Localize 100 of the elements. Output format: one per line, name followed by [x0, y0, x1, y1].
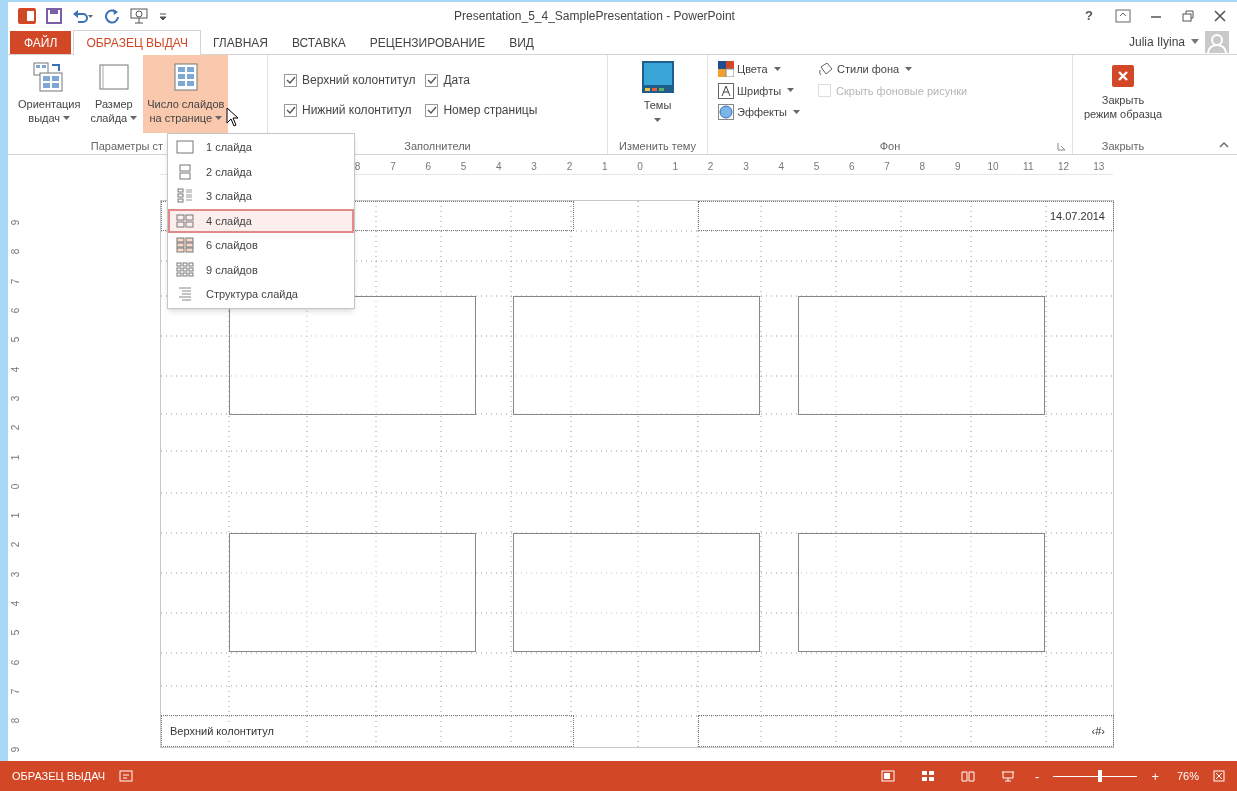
- ruler-number: 7: [9, 688, 23, 695]
- ruler-number: 7: [884, 160, 890, 174]
- normal-view-icon[interactable]: [881, 770, 896, 782]
- dropdown-button[interactable]: Цвета: [718, 61, 800, 78]
- ruler-number: 13: [1093, 160, 1105, 174]
- notes-icon[interactable]: [119, 770, 134, 782]
- slide-sorter-icon[interactable]: [921, 770, 936, 782]
- ribbon-button[interactable]: Число слайдов на странице: [143, 55, 229, 133]
- zoom-slider[interactable]: [1053, 770, 1138, 782]
- caret-icon: [787, 88, 795, 94]
- close-icon[interactable]: [1213, 9, 1227, 23]
- date-placeholder[interactable]: 14.07.2014: [698, 201, 1114, 231]
- menu-item[interactable]: 9 слайдов: [168, 257, 354, 282]
- ribbon-tab[interactable]: ВСТАВКА: [280, 31, 358, 54]
- menu-item[interactable]: Структура слайда: [168, 282, 354, 307]
- ribbon-tab[interactable]: ГЛАВНАЯ: [200, 31, 280, 54]
- ruler-number: 0: [9, 483, 23, 490]
- ruler-number: 7: [9, 278, 23, 284]
- ruler-number: 0: [637, 160, 643, 174]
- caret-icon: [793, 109, 800, 115]
- menu-item[interactable]: 1 слайда: [168, 135, 354, 160]
- two-slides-icon: [176, 163, 194, 180]
- window-title: Presentation_5_4_SamplePresentation - PowerPoint: [453, 8, 736, 25]
- effects-circle-icon: [718, 104, 734, 121]
- ruler-number: 1: [9, 512, 23, 519]
- ruler-number: 2: [707, 160, 714, 174]
- ruler-number: 8: [9, 717, 23, 724]
- dropdown-button[interactable]: Стили фона: [818, 61, 968, 78]
- menu-item[interactable]: 3 слайда: [168, 184, 354, 209]
- zoom-in-button[interactable]: +: [1151, 769, 1159, 783]
- ruler-number: 5: [460, 160, 467, 174]
- themes-button[interactable]: Темы: [641, 59, 674, 123]
- app-logo-icon: [18, 8, 36, 24]
- ruler-number: 6: [425, 160, 431, 174]
- group-label: Параметры ст: [90, 139, 163, 154]
- dropdown-button[interactable]: Эффекты: [718, 104, 800, 121]
- ribbon-tab[interactable]: ОБРАЗЕЦ ВЫДАЧ: [73, 30, 201, 55]
- menu-item[interactable]: 6 слайдов: [168, 233, 354, 258]
- page-number-placeholder[interactable]: ‹#›: [698, 715, 1114, 747]
- font-letter-icon: [718, 82, 734, 99]
- collapse-ribbon-icon[interactable]: [1219, 141, 1229, 148]
- repeat-icon[interactable]: [104, 8, 120, 24]
- user-name[interactable]: Julia Ilyina: [1128, 33, 1185, 51]
- restore-icon[interactable]: [1181, 9, 1195, 23]
- ribbon-button[interactable]: Ориентация выдач: [14, 55, 85, 133]
- undo-icon[interactable]: [72, 8, 94, 24]
- checkbox[interactable]: Номер страницы: [425, 101, 538, 119]
- fit-to-window-icon[interactable]: [1213, 770, 1225, 782]
- ruler-number: 1: [601, 160, 608, 174]
- reading-view-icon[interactable]: [961, 770, 976, 782]
- save-icon[interactable]: [46, 8, 62, 24]
- checkbox[interactable]: Нижний колонтитул: [284, 101, 416, 119]
- ruler-number: 12: [1058, 160, 1070, 174]
- ruler-number: 9: [9, 747, 23, 753]
- ruler-number: 3: [9, 395, 23, 402]
- caret-icon: [654, 117, 661, 123]
- ruler-number: 4: [9, 600, 23, 607]
- dialog-launcher-icon[interactable]: [1057, 142, 1066, 151]
- caret-icon: [773, 66, 781, 72]
- zoom-level[interactable]: 76%: [1176, 767, 1199, 785]
- menu-item[interactable]: 2 слайда: [168, 159, 354, 184]
- ruler-number: 4: [496, 160, 502, 174]
- ruler-number: 8: [919, 160, 926, 174]
- ruler-number: 2: [566, 160, 573, 174]
- footer-placeholder[interactable]: Верхний колонтитул: [161, 715, 574, 747]
- ruler-number: 4: [9, 366, 23, 372]
- caret-icon[interactable]: [1191, 39, 1199, 45]
- checkmark-icon: [285, 105, 296, 115]
- ruler-number: 3: [531, 160, 537, 174]
- ruler-number: 2: [9, 424, 23, 431]
- menu-item[interactable]: 4 слайда: [168, 208, 354, 233]
- ruler-number: 8: [354, 160, 361, 174]
- caret-icon: [130, 115, 138, 121]
- presentation-icon[interactable]: [130, 8, 148, 24]
- close-master-button[interactable]: Закрыть режим образца: [1083, 59, 1163, 121]
- ruler-number: 11: [1023, 160, 1034, 174]
- ribbon-tab[interactable]: ВИД: [497, 31, 546, 54]
- caret-icon: [63, 115, 71, 121]
- close-icon: [1112, 65, 1134, 87]
- dropdown-button[interactable]: Шрифты: [718, 82, 800, 99]
- group-label: Изменить тему: [619, 139, 696, 154]
- checkbox[interactable]: Дата: [425, 71, 538, 89]
- ribbon-button[interactable]: Размер слайда: [86, 55, 142, 133]
- checkmark-icon: [426, 105, 437, 115]
- cursor-icon: [226, 107, 240, 127]
- ruler-number: 6: [9, 307, 23, 314]
- file-tab[interactable]: ФАЙЛ: [10, 31, 72, 54]
- zoom-out-button[interactable]: -: [1035, 769, 1040, 783]
- checkbox[interactable]: Верхний колонтитул: [284, 71, 416, 89]
- ribbon-options-icon[interactable]: [1115, 9, 1131, 23]
- help-button[interactable]: ?: [1081, 6, 1097, 26]
- checkmark-icon: [285, 75, 296, 85]
- ruler-number: 5: [813, 160, 820, 174]
- ruler-number: 8: [9, 249, 23, 255]
- checkmark-icon: [426, 75, 437, 85]
- status-mode: ОБРАЗЕЦ ВЫДАЧ: [12, 768, 106, 784]
- ruler-number: 5: [9, 337, 23, 343]
- ribbon-tab[interactable]: РЕЦЕНЗИРОВАНИЕ: [357, 31, 498, 54]
- ruler-number: 9: [954, 160, 961, 174]
- slideshow-icon[interactable]: [1001, 770, 1016, 782]
